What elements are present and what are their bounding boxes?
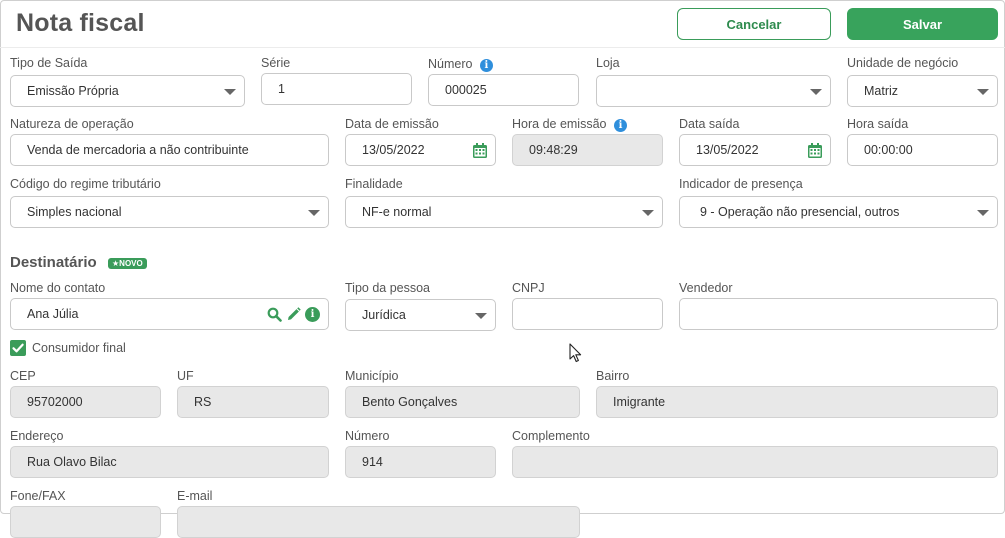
info-icon[interactable]: i [479, 59, 493, 72]
data-saida-value: 13/05/2022 [696, 143, 759, 157]
indicador-presenca-value: 9 - Operação não presencial, outros [700, 205, 900, 219]
fone-input [10, 506, 161, 538]
bairro-label: Bairro [596, 369, 630, 383]
finalidade-label: Finalidade [345, 177, 403, 191]
hora-emissao-label: Hora de emissão i [512, 117, 627, 132]
endereco-input: Rua Olavo Bilac [10, 446, 329, 478]
email-label: E-mail [177, 489, 213, 503]
numero-label: Número i [428, 57, 493, 72]
data-saida-input[interactable]: 13/05/2022 [679, 134, 831, 166]
complemento-label: Complemento [512, 429, 590, 443]
natureza-operacao-value: Venda de mercadoria a não contribuinte [27, 143, 249, 157]
bairro-input: Imigrante [596, 386, 998, 418]
mouse-cursor-icon [569, 343, 582, 363]
complemento-input [512, 446, 998, 478]
fone-label: Fone/FAX [10, 489, 66, 503]
unidade-negocio-select[interactable]: Matriz [847, 75, 998, 107]
municipio-label: Município [345, 369, 399, 383]
unidade-negocio-label: Unidade de negócio [847, 56, 959, 70]
indicador-presenca-select[interactable]: 9 - Operação não presencial, outros [679, 196, 998, 228]
save-button[interactable]: Salvar [847, 8, 998, 40]
chevron-down-icon [308, 210, 320, 216]
natureza-operacao-input[interactable]: Venda de mercadoria a não contribuinte [10, 134, 329, 166]
consumidor-final-checkbox[interactable] [10, 340, 26, 356]
natureza-operacao-label: Natureza de operação [10, 117, 134, 131]
data-emissao-input[interactable]: 13/05/2022 [345, 134, 496, 166]
hora-emissao-input: 09:48:29 [512, 134, 663, 166]
numero-endereco-value: 914 [362, 455, 383, 469]
nome-contato-actions: i [267, 307, 320, 322]
serie-value: 1 [278, 82, 285, 96]
data-emissao-label: Data de emissão [345, 117, 439, 131]
chevron-down-icon [475, 313, 487, 319]
bairro-value: Imigrante [613, 395, 666, 409]
check-icon [12, 343, 24, 353]
pencil-icon[interactable] [286, 307, 301, 322]
tipo-pessoa-label: Tipo da pessoa [345, 281, 431, 295]
loja-select[interactable] [596, 75, 831, 107]
serie-input[interactable]: 1 [261, 73, 412, 105]
section-title-destinatario: Destinatário [10, 254, 97, 271]
calendar-icon[interactable] [473, 143, 487, 158]
info-icon[interactable]: i [613, 119, 627, 132]
finalidade-value: NF-e normal [362, 205, 432, 219]
header-bar: Nota fiscal Cancelar Salvar [0, 0, 1005, 48]
chevron-down-icon [642, 210, 654, 216]
search-icon[interactable] [267, 307, 282, 322]
indicador-presenca-label: Indicador de presença [679, 177, 803, 191]
loja-label: Loja [596, 56, 620, 70]
numero-endereco-label: Número [345, 429, 390, 443]
nome-contato-label: Nome do contato [10, 281, 106, 295]
data-emissao-value: 13/05/2022 [362, 143, 425, 157]
consumidor-final-label: Consumidor final [32, 341, 126, 355]
vendedor-label: Vendedor [679, 281, 733, 295]
cep-label: CEP [10, 369, 36, 383]
tipo-pessoa-select[interactable]: Jurídica [345, 299, 496, 331]
vendedor-input[interactable] [679, 298, 998, 330]
numero-endereco-input: 914 [345, 446, 496, 478]
tipo-pessoa-value: Jurídica [362, 308, 406, 322]
tipo-saida-label: Tipo de Saída [10, 56, 88, 70]
cep-value: 95702000 [27, 395, 83, 409]
endereco-value: Rua Olavo Bilac [27, 455, 117, 469]
serie-label: Série [261, 56, 291, 70]
regime-tributario-select[interactable]: Simples nacional [10, 196, 329, 228]
chevron-down-icon [977, 210, 989, 216]
chevron-down-icon [810, 89, 822, 95]
nome-contato-input[interactable]: Ana Júlia i [10, 298, 329, 330]
new-badge: ★NOVO [108, 258, 147, 269]
uf-input: RS [177, 386, 329, 418]
cnpj-label: CNPJ [512, 281, 545, 295]
cnpj-input[interactable] [512, 298, 663, 330]
data-saida-label: Data saída [679, 117, 740, 131]
page-title: Nota fiscal [16, 9, 145, 37]
municipio-input: Bento Gonçalves [345, 386, 580, 418]
uf-label: UF [177, 369, 194, 383]
uf-value: RS [194, 395, 212, 409]
endereco-label: Endereço [10, 429, 64, 443]
numero-input[interactable]: 000025 [428, 74, 579, 106]
regime-tributario-label: Código do regime tributário [10, 177, 161, 191]
finalidade-select[interactable]: NF-e normal [345, 196, 663, 228]
hora-saida-input[interactable]: 00:00:00 [847, 134, 998, 166]
nome-contato-value: Ana Júlia [27, 307, 79, 321]
municipio-value: Bento Gonçalves [362, 395, 458, 409]
unidade-negocio-value: Matriz [864, 84, 899, 98]
regime-tributario-value: Simples nacional [27, 205, 122, 219]
calendar-icon[interactable] [808, 143, 822, 158]
hora-saida-value: 00:00:00 [864, 143, 913, 157]
chevron-down-icon [977, 89, 989, 95]
cancel-button[interactable]: Cancelar [677, 8, 831, 40]
email-input [177, 506, 580, 538]
hora-emissao-value: 09:48:29 [529, 143, 578, 157]
info-icon[interactable]: i [305, 307, 320, 322]
chevron-down-icon [224, 89, 236, 95]
numero-value: 000025 [445, 83, 487, 97]
cep-input: 95702000 [10, 386, 161, 418]
tipo-saida-select[interactable]: Emissão Própria [10, 75, 245, 107]
tipo-saida-value: Emissão Própria [27, 84, 119, 98]
hora-saida-label: Hora saída [847, 117, 909, 131]
